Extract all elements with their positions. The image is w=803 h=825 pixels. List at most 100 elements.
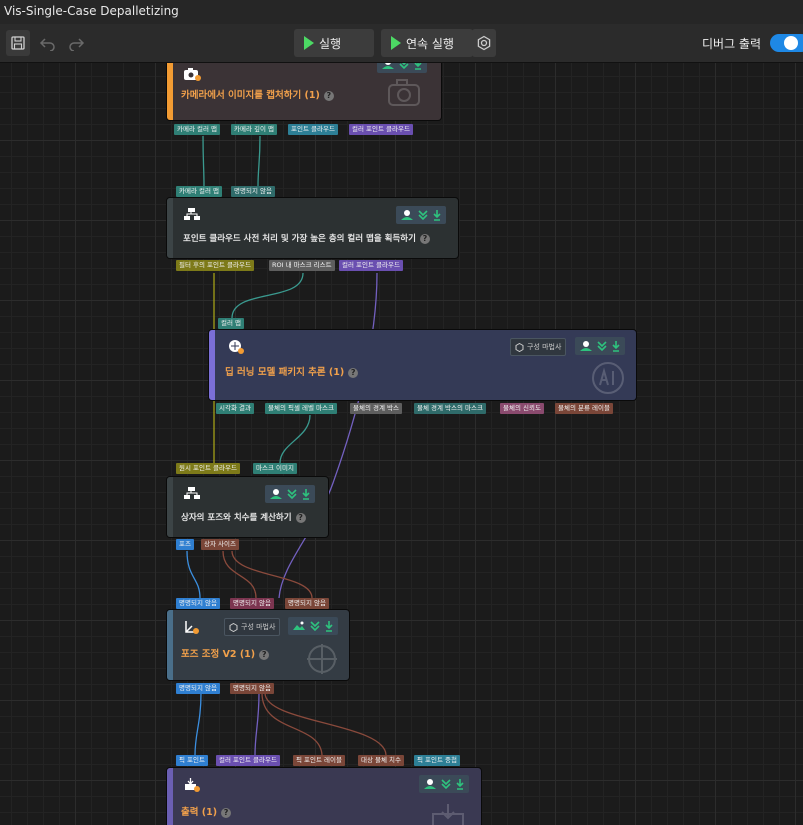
eye-icon[interactable] [381,63,395,70]
node-capture-image[interactable]: 카메라에서 이미지를 캡처하기 (1)? [167,63,441,120]
node-title: 포인트 클라우드 사전 처리 및 가장 높은 층의 컬러 맵을 획득하기? [183,232,430,244]
wire [254,692,260,756]
wire [278,272,378,599]
download-icon[interactable] [611,340,621,352]
port-input[interactable]: 원시 포인트 클라우드 [176,463,240,474]
port-input[interactable]: 컬러 포인트 클라우드 [216,755,280,766]
title-bar: Vis-Single-Case Depalletizing [0,0,803,24]
port-input[interactable]: 픽 포인트 레이블 [293,755,345,766]
port-input[interactable]: 대상 물체 치수 [358,755,405,766]
wire [194,692,202,756]
node-controls[interactable] [419,775,469,793]
config-wizard-button[interactable]: 구성 마법사 [224,618,281,636]
node-controls[interactable] [575,337,625,355]
camera-icon [184,68,201,81]
wire [202,135,205,187]
download-icon[interactable] [324,620,334,632]
help-icon[interactable]: ? [419,233,430,244]
download-icon[interactable] [455,778,465,790]
port-output[interactable]: 컬러 포인트 클라우드 [339,260,403,271]
node-pose-adjust[interactable]: 구성 마법사 포즈 조정 V2 (1)? [167,610,349,680]
help-icon[interactable]: ? [323,90,334,101]
graph-canvas[interactable]: 카메라에서 이미지를 캡처하기 (1)? 카메라 컬러 맵 카메라 깊이 맵 포… [0,63,803,825]
wire [186,550,201,599]
settings-button[interactable] [472,29,496,57]
ai-watermark-icon [592,362,624,394]
port-output[interactable]: 물체의 신뢰도 [500,403,544,414]
port-output[interactable]: 물체의 픽셀 레벨 마스크 [265,403,337,414]
port-output[interactable]: 시각화 결과 [216,403,254,414]
collapse-icon[interactable] [310,620,320,632]
flow-icon [184,487,200,499]
port-output[interactable]: 카메라 깊이 맵 [231,124,278,135]
port-input[interactable]: 마스크 이미지 [253,463,297,474]
node-title: 포즈 조정 V2 (1)? [181,646,270,660]
port-input[interactable]: 픽 포인트 [176,755,208,766]
node-output[interactable]: 출력 (1)? [167,768,481,825]
download-icon[interactable] [413,63,423,70]
port-output[interactable]: 포즈 [176,539,194,550]
port-input[interactable]: 명명되지 않음 [176,598,220,609]
port-input[interactable]: 카메라 컬러 맵 [176,186,223,197]
save-button[interactable] [6,30,30,56]
node-controls[interactable] [396,206,446,224]
download-icon[interactable] [301,488,311,500]
collapse-icon[interactable] [441,778,451,790]
port-output[interactable]: 포인트 클라우드 [288,124,338,135]
eye-icon[interactable] [579,340,593,352]
node-title: 출력 (1)? [181,804,232,818]
port-output[interactable]: 컬러 포인트 클라우드 [349,124,413,135]
download-icon[interactable] [432,209,442,221]
node-box-pose[interactable]: 상자의 포즈와 치수를 계산하기? [167,477,328,537]
port-output[interactable]: 물체의 분류 레이블 [555,403,613,414]
port-output[interactable]: 카메라 컬러 맵 [174,124,221,135]
node-controls[interactable] [377,63,427,73]
eye-icon[interactable] [400,209,414,221]
help-icon[interactable]: ? [295,512,306,523]
help-icon[interactable]: ? [348,367,359,378]
toggle-knob [784,36,798,50]
port-output[interactable]: 명명되지 않음 [176,683,220,694]
collapse-icon[interactable] [399,63,409,70]
node-title: 딥 러닝 모델 패키지 추론 (1)? [225,364,359,378]
play-icon [304,36,314,50]
node-controls[interactable] [265,485,315,503]
help-icon[interactable]: ? [221,807,232,818]
toolbar: 실행 연속 실행 [0,24,803,63]
redo-icon [69,38,85,51]
undo-button[interactable] [36,30,60,56]
port-output[interactable]: ROI 내 마스크 리스트 [269,260,335,271]
run-label: 실행 [319,36,342,51]
collapse-icon[interactable] [287,488,297,500]
config-wizard-label: 구성 마법사 [527,343,562,351]
run-button[interactable]: 실행 [294,29,374,57]
port-output[interactable]: 물체의 경계 박스 [350,403,402,414]
node-deep-learning[interactable]: 구성 마법사 딥 러닝 모델 패키지 추론 (1)? [209,330,636,400]
config-wizard-button[interactable]: 구성 마법사 [510,338,567,356]
redo-button[interactable] [64,30,88,56]
axis-icon [185,621,199,634]
eye-icon[interactable] [269,488,283,500]
save-icon [11,36,25,50]
window-title: Vis-Single-Case Depalletizing [4,4,179,18]
port-input[interactable]: 명명되지 않음 [231,186,275,197]
continuous-run-label: 연속 실행 [406,36,454,51]
port-input[interactable]: 픽 포인트 중첩 [414,755,461,766]
port-input[interactable]: 명명되지 않음 [230,598,274,609]
help-icon[interactable]: ? [259,649,270,660]
port-output[interactable]: 상자 사이즈 [201,539,239,550]
port-output[interactable]: 물체 경계 박스의 마스크 [414,403,486,414]
port-input[interactable]: 컬러 맵 [218,318,245,329]
port-input[interactable]: 명명되지 않음 [285,598,329,609]
node-preprocess[interactable]: 포인트 클라우드 사전 처리 및 가장 높은 층의 컬러 맵을 획득하기? [167,198,458,258]
image-icon[interactable] [292,620,306,632]
node-controls[interactable] [288,617,338,635]
gear-icon [515,342,524,352]
port-output[interactable]: 필터 후의 포인트 클라우드 [176,260,254,271]
continuous-run-button[interactable]: 연속 실행 [381,29,473,57]
eye-icon[interactable] [423,778,437,790]
debug-output-toggle[interactable] [770,34,803,52]
collapse-icon[interactable] [597,340,607,352]
port-output[interactable]: 명명되지 않음 [230,683,274,694]
collapse-icon[interactable] [418,209,428,221]
